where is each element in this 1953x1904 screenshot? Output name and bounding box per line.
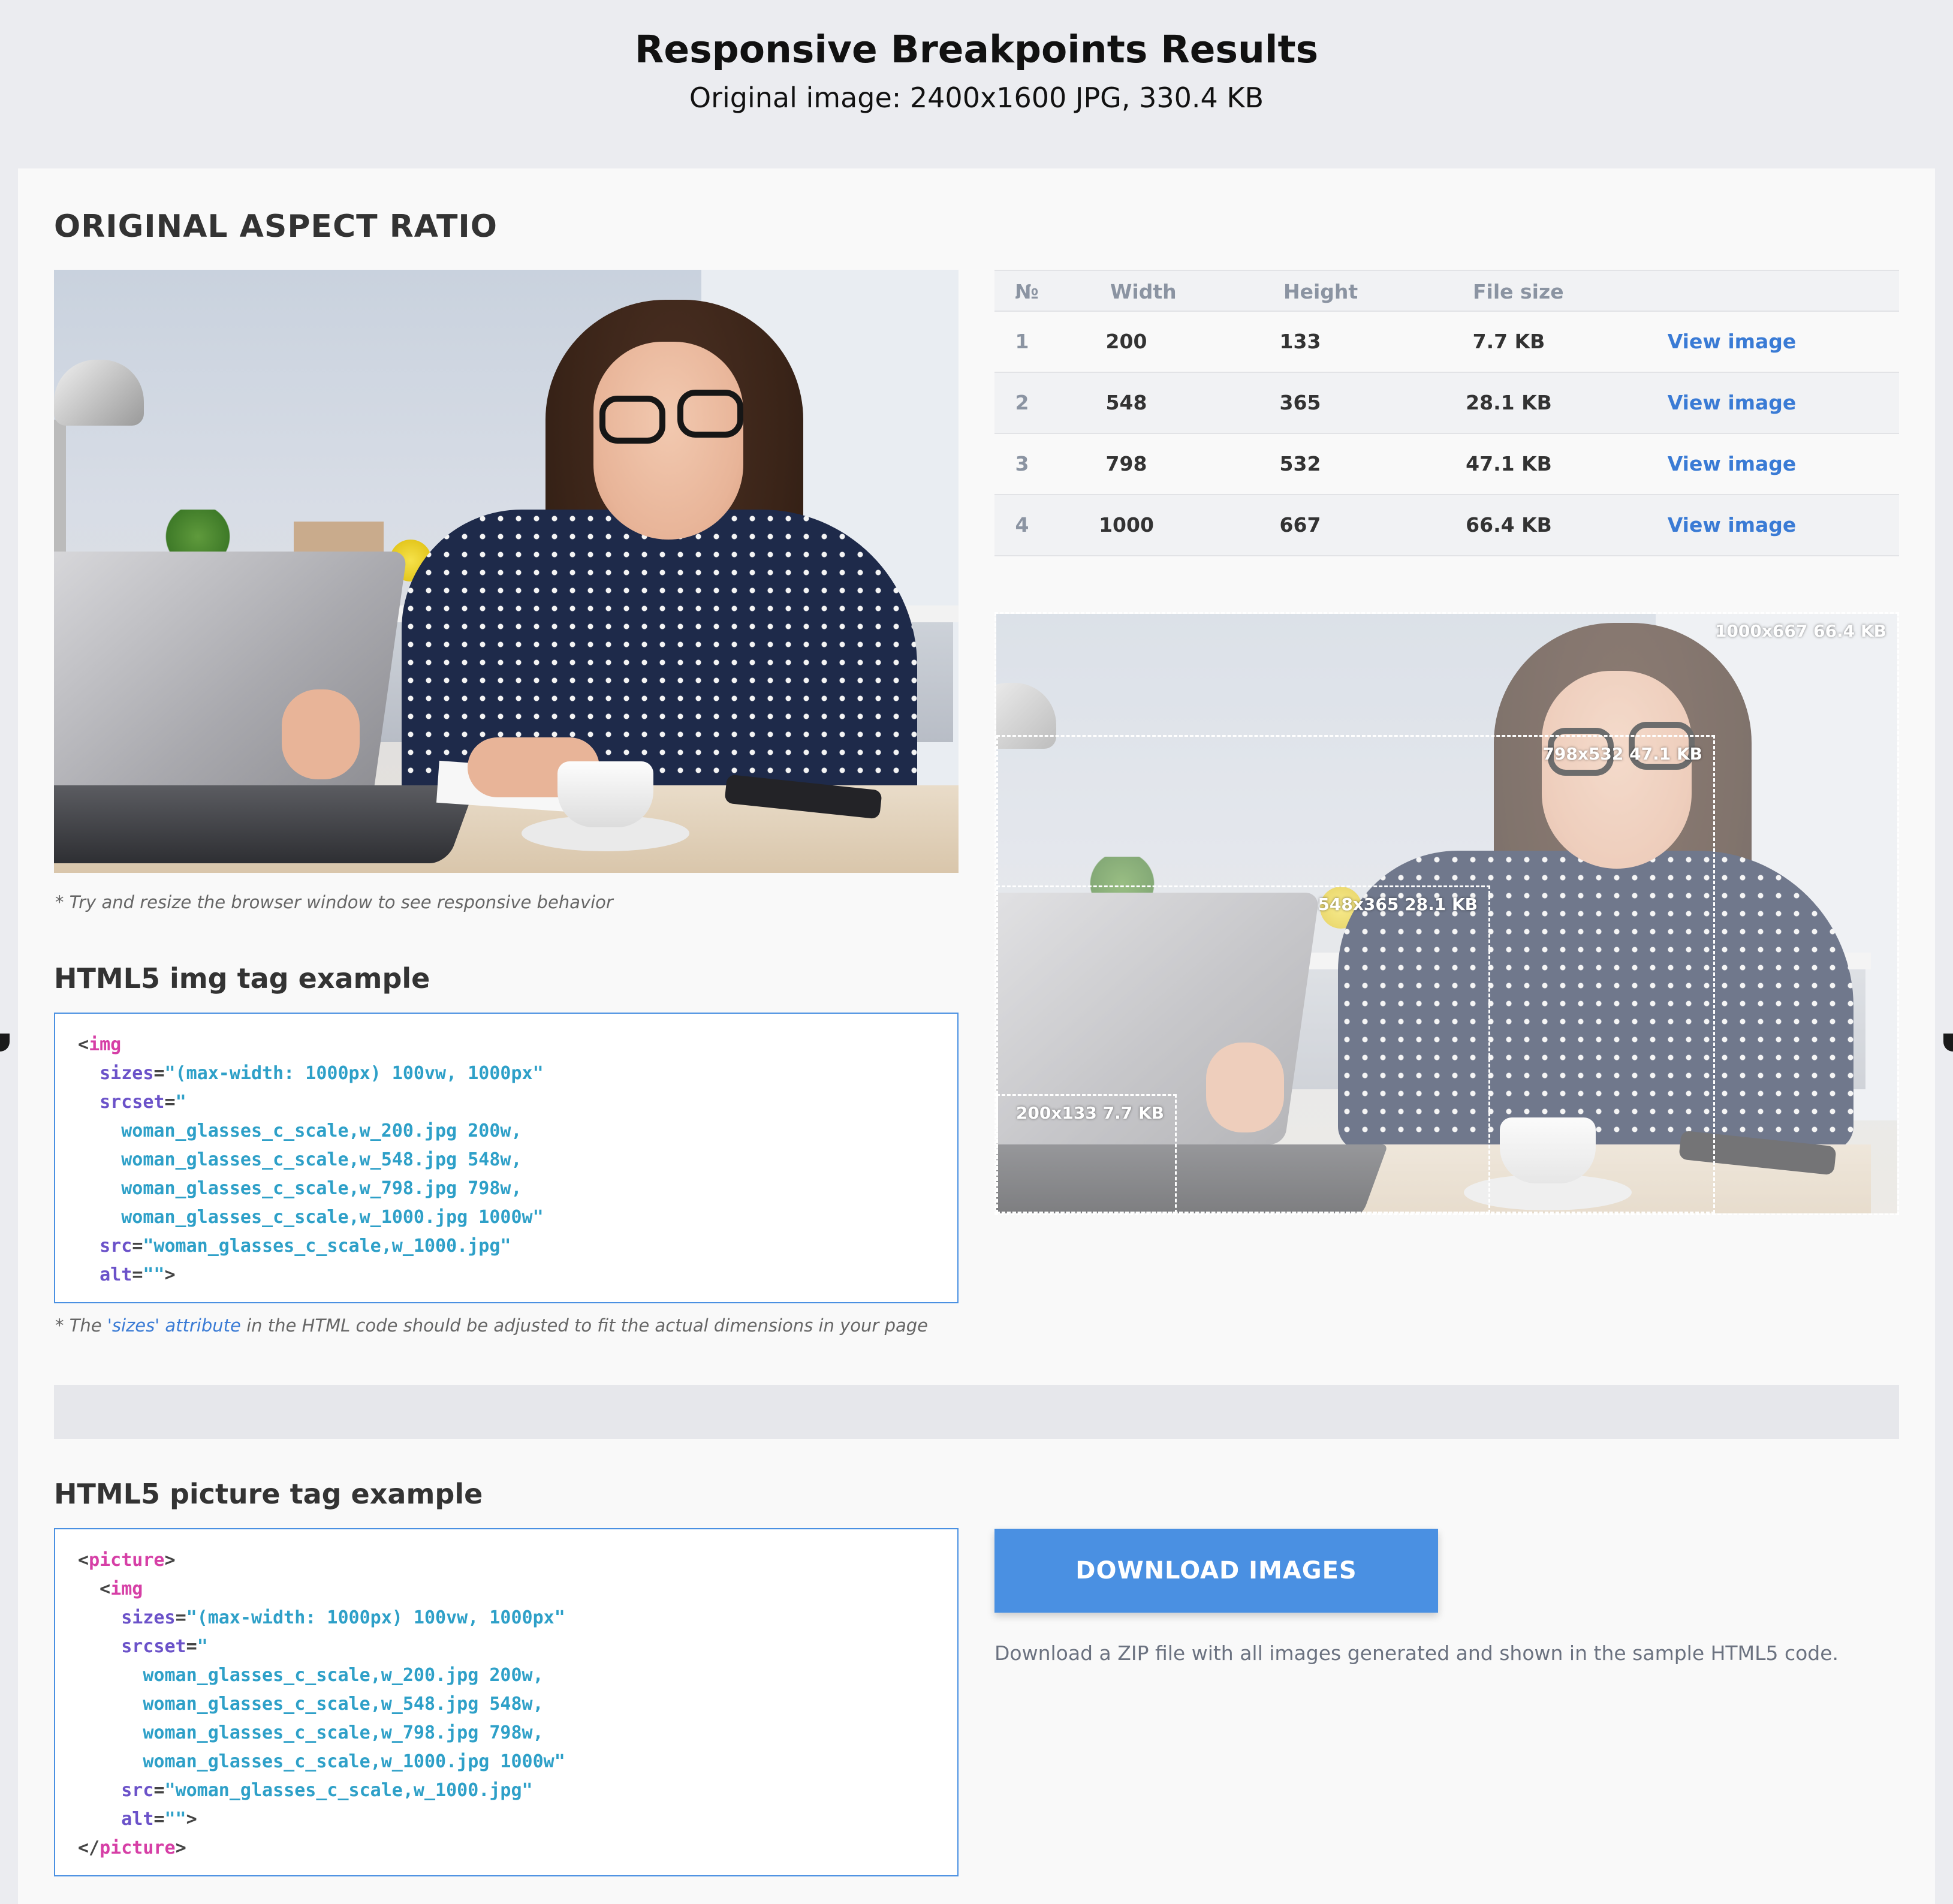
row-number: 3 (1015, 452, 1029, 475)
code-line: <picture> (78, 1550, 176, 1571)
row-file-size: 66.4 KB (1466, 513, 1552, 537)
page-subtitle: Original image: 2400x1600 JPG, 330.4 KB (689, 82, 1264, 114)
row-width: 548 (1105, 391, 1147, 414)
code-line: woman_glasses_c_scale,w_798.jpg 798w, (121, 1178, 522, 1199)
section-divider (54, 1385, 1899, 1439)
code-line: woman_glasses_c_scale,w_798.jpg 798w, (143, 1722, 544, 1743)
view-image-link[interactable]: View image (1666, 312, 1798, 372)
edge-shadow-right (1943, 1034, 1953, 1052)
code-line: woman_glasses_c_scale,w_1000.jpg 1000w" (143, 1751, 565, 1772)
code-line: woman_glasses_c_scale,w_1000.jpg 1000w" (121, 1207, 544, 1228)
code-line: srcset=" (100, 1092, 186, 1113)
breakpoint-label: 798x532 47.1 KB (1542, 744, 1702, 764)
code-line: woman_glasses_c_scale,w_200.jpg 200w, (143, 1665, 544, 1686)
row-number: 1 (1015, 330, 1029, 353)
code-line: woman_glasses_c_scale,w_548.jpg 548w, (143, 1694, 544, 1715)
code-line: </picture> (78, 1837, 186, 1858)
row-width: 200 (1105, 330, 1147, 353)
row-file-size: 28.1 KB (1466, 391, 1552, 414)
sizes-note: * The 'sizes' attribute in the HTML code… (55, 1315, 928, 1336)
view-image-link[interactable]: View image (1666, 373, 1798, 433)
row-width: 798 (1105, 452, 1147, 475)
view-image-link[interactable]: View image (1666, 495, 1798, 555)
img-code-block[interactable]: <img sizes="(max-width: 1000px) 100vw, 1… (54, 1013, 959, 1303)
code-line: woman_glasses_c_scale,w_548.jpg 548w, (121, 1149, 522, 1170)
row-height: 133 (1279, 330, 1321, 353)
row-file-size: 47.1 KB (1466, 452, 1552, 475)
table-row: 4 1000 667 66.4 KB View image (994, 495, 1899, 556)
breakpoints-table: № Width Height File size 1 200 133 7.7 KB Vi… (994, 270, 1899, 556)
code-line: src="woman_glasses_c_scale,w_1000.jpg" (100, 1236, 511, 1257)
code-line: sizes="(max-width: 1000px) 100vw, 1000px… (100, 1063, 544, 1084)
row-height: 532 (1279, 452, 1321, 475)
code-line: srcset=" (121, 1636, 208, 1657)
page-header: Responsive Breakpoints Results Original … (0, 0, 1953, 168)
table-row: 3 798 532 47.1 KB View image (994, 434, 1899, 495)
view-image-link[interactable]: View image (1666, 434, 1798, 494)
picture-code-block[interactable]: <picture> <img sizes="(max-width: 1000px… (54, 1528, 959, 1876)
row-number: 4 (1015, 513, 1029, 537)
table-row: 2 548 365 28.1 KB View image (994, 373, 1899, 434)
col-height: Height (1283, 280, 1358, 303)
picture-example-title: HTML5 picture tag example (54, 1478, 483, 1510)
page-title: Responsive Breakpoints Results (634, 28, 1319, 71)
code-line: src="woman_glasses_c_scale,w_1000.jpg" (121, 1780, 533, 1801)
row-height: 365 (1279, 391, 1321, 414)
code-line: alt=""> (100, 1264, 176, 1285)
edge-shadow-left (0, 1034, 10, 1052)
breakpoint-label: 200x133 7.7 KB (1015, 1103, 1164, 1123)
col-width: Width (1110, 280, 1177, 303)
download-images-button[interactable]: DOWNLOAD IMAGES (994, 1529, 1438, 1613)
table-header: № Width Height File size (994, 270, 1899, 312)
code-line: <img (100, 1578, 143, 1599)
row-file-size: 7.7 KB (1472, 330, 1545, 353)
download-description: Download a ZIP file with all images gene… (994, 1641, 1839, 1665)
row-height: 667 (1279, 513, 1321, 537)
breakpoint-label: 1000x667 66.4 KB (1714, 621, 1886, 641)
sizes-attribute-link[interactable]: 'sizes' attribute (107, 1315, 241, 1336)
row-width: 1000 (1099, 513, 1154, 537)
breakpoints-visualizer: 1000x667 66.4 KB 798x532 47.1 KB 548x365 2… (994, 612, 1899, 1215)
img-example-title: HTML5 img tag example (54, 962, 430, 995)
breakpoint-label: 548x365 28.1 KB (1318, 894, 1478, 914)
row-number: 2 (1015, 391, 1029, 414)
code-line: <img (78, 1034, 122, 1055)
resize-note: * Try and resize the browser window to s… (55, 892, 613, 912)
section-title: ORIGINAL ASPECT RATIO (54, 209, 498, 245)
original-image (54, 270, 959, 873)
col-file-size: File size (1473, 280, 1564, 303)
col-number: № (1015, 280, 1039, 303)
breakpoint-box: 200x133 7.7 KB (996, 1094, 1177, 1213)
code-line: sizes="(max-width: 1000px) 100vw, 1000px… (121, 1607, 565, 1628)
code-line: woman_glasses_c_scale,w_200.jpg 200w, (121, 1120, 522, 1141)
table-row: 1 200 133 7.7 KB View image (994, 312, 1899, 373)
code-line: alt=""> (121, 1809, 197, 1830)
